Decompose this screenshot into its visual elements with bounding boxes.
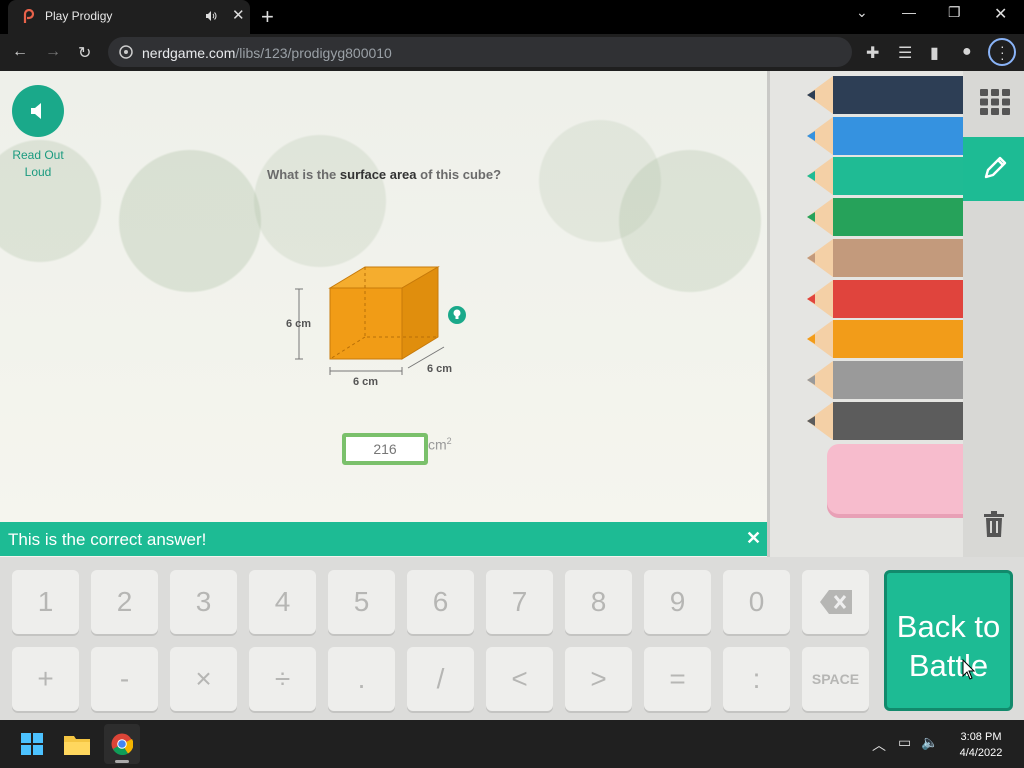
side-panel-icon[interactable]: ▮ xyxy=(930,43,939,63)
cube-height-label: 6 cm xyxy=(286,318,311,330)
pencil-tool-button[interactable] xyxy=(963,137,1024,201)
clock-time: 3:08 PM xyxy=(960,731,1002,743)
volume-icon[interactable]: 🔈 xyxy=(921,734,938,751)
pencil-color-9[interactable] xyxy=(807,401,963,440)
pencil-color-3[interactable] xyxy=(807,157,963,196)
browser-toolbar: ← → ↻ nerdgame.com/libs/123/prodigyg8000… xyxy=(0,34,1024,71)
key-space[interactable]: SPACE xyxy=(802,647,869,711)
mouse-cursor-icon xyxy=(962,659,976,680)
forward-icon[interactable]: → xyxy=(45,43,61,61)
feedback-banner: This is the correct answer! ✕ xyxy=(0,522,768,556)
tab-title: Play Prodigy xyxy=(45,9,113,23)
chrome-icon xyxy=(111,733,133,755)
pencil-color-8[interactable] xyxy=(807,360,963,399)
back-to-battle-button[interactable]: Back to Battle xyxy=(884,570,1013,711)
pencil-color-1[interactable] xyxy=(807,76,963,114)
reload-icon[interactable]: ↻ xyxy=(78,43,91,63)
chrome-taskbar-button[interactable] xyxy=(104,724,140,764)
show-hidden-icons-icon[interactable]: ︿ xyxy=(872,735,886,755)
eraser-tool[interactable] xyxy=(827,444,977,514)
extensions-icon[interactable]: ✚ xyxy=(866,43,879,63)
answer-unit: cm2 xyxy=(428,436,452,453)
minimize-button[interactable]: — xyxy=(902,4,916,20)
drawing-panel xyxy=(767,71,1024,557)
key-multiply[interactable]: × xyxy=(170,647,237,711)
key-8[interactable]: 8 xyxy=(565,570,632,634)
url-text: nerdgame.com/libs/123/prodigyg800010 xyxy=(142,45,392,61)
read-out-loud-button[interactable] xyxy=(12,85,64,137)
speaker-icon xyxy=(31,103,41,119)
key-3[interactable]: 3 xyxy=(170,570,237,634)
pencil-color-7[interactable] xyxy=(807,320,963,359)
answer-value: 216 xyxy=(373,441,397,457)
back-icon[interactable]: ← xyxy=(12,43,28,61)
key-5[interactable]: 5 xyxy=(328,570,395,634)
key-4[interactable]: 4 xyxy=(249,570,316,634)
key-decimal[interactable]: . xyxy=(328,647,395,711)
drawing-tools-column xyxy=(963,71,1024,557)
pencil-color-4[interactable] xyxy=(807,198,963,237)
windows-taskbar: ︿ ▭ 🔈 3:08 PM 4/4/2022 xyxy=(0,720,1024,768)
pencil-color-2[interactable] xyxy=(807,116,963,155)
close-feedback-icon[interactable]: ✕ xyxy=(746,528,761,549)
cube-front-face xyxy=(329,287,403,360)
game-page: Read Out Loud What is the surface area o… xyxy=(0,71,1024,720)
grid-icon[interactable] xyxy=(980,89,1010,115)
key-9[interactable]: 9 xyxy=(644,570,711,634)
new-tab-button[interactable]: + xyxy=(261,4,274,30)
prodigy-favicon-icon xyxy=(23,9,35,23)
key-7[interactable]: 7 xyxy=(486,570,553,634)
cube-width-label: 6 cm xyxy=(353,376,378,388)
math-keypad: 1 2 3 4 5 6 7 8 9 0 + - × ÷. / < > =: SPACE Back to Battle xyxy=(0,557,1024,720)
cube-diagram: 6 cm 6 cm 6 cm xyxy=(286,266,466,388)
pencil-color-5[interactable] xyxy=(807,238,963,277)
media-control-icon[interactable]: ☰ xyxy=(898,43,912,63)
answer-input[interactable]: 216 xyxy=(342,433,428,465)
close-tab-icon[interactable]: ✕ xyxy=(232,6,245,24)
key-6[interactable]: 6 xyxy=(407,570,474,634)
clock-date: 4/4/2022 xyxy=(959,747,1003,759)
key-1[interactable]: 1 xyxy=(12,570,79,634)
address-bar[interactable]: nerdgame.com/libs/123/prodigyg800010 xyxy=(108,37,852,67)
browser-tab[interactable]: Play Prodigy ✕ xyxy=(8,0,250,34)
tab-strip: Play Prodigy ✕ + ⌄ — ❐ ✕ xyxy=(0,0,1024,34)
profile-icon[interactable]: ● xyxy=(962,43,972,61)
close-window-button[interactable]: ✕ xyxy=(994,4,1007,24)
pencil-icon xyxy=(984,156,1007,179)
backspace-icon xyxy=(819,590,852,614)
pencil-color-6[interactable] xyxy=(807,279,963,318)
key-colon[interactable]: : xyxy=(723,647,790,711)
restore-button[interactable]: ❐ xyxy=(948,4,961,21)
key-2[interactable]: 2 xyxy=(91,570,158,634)
backspace-key[interactable] xyxy=(802,570,869,634)
question-text: What is the surface area of this cube? xyxy=(266,167,502,182)
feedback-text: This is the correct answer! xyxy=(8,530,207,549)
key-minus[interactable]: - xyxy=(91,647,158,711)
kebab-menu-icon: · · · xyxy=(1000,38,1005,66)
chrome-menu-button[interactable]: · · · xyxy=(988,38,1016,66)
key-greater-than[interactable]: > xyxy=(565,647,632,711)
site-info-icon[interactable] xyxy=(119,45,133,59)
key-0[interactable]: 0 xyxy=(723,570,790,634)
key-slash[interactable]: / xyxy=(407,647,474,711)
system-clock[interactable]: 3:08 PM 4/4/2022 xyxy=(950,729,1012,761)
key-plus[interactable]: + xyxy=(12,647,79,711)
audio-playing-icon[interactable] xyxy=(205,10,217,22)
network-icon[interactable]: ▭ xyxy=(898,734,911,751)
tab-search-icon[interactable]: ⌄ xyxy=(856,4,868,21)
windows-start-icon[interactable] xyxy=(21,733,43,755)
key-equals[interactable]: = xyxy=(644,647,711,711)
cube-depth-label: 6 cm xyxy=(427,363,452,375)
key-divide[interactable]: ÷ xyxy=(249,647,316,711)
file-explorer-icon[interactable] xyxy=(64,733,90,755)
trash-icon[interactable] xyxy=(983,511,1005,537)
key-less-than[interactable]: < xyxy=(486,647,553,711)
